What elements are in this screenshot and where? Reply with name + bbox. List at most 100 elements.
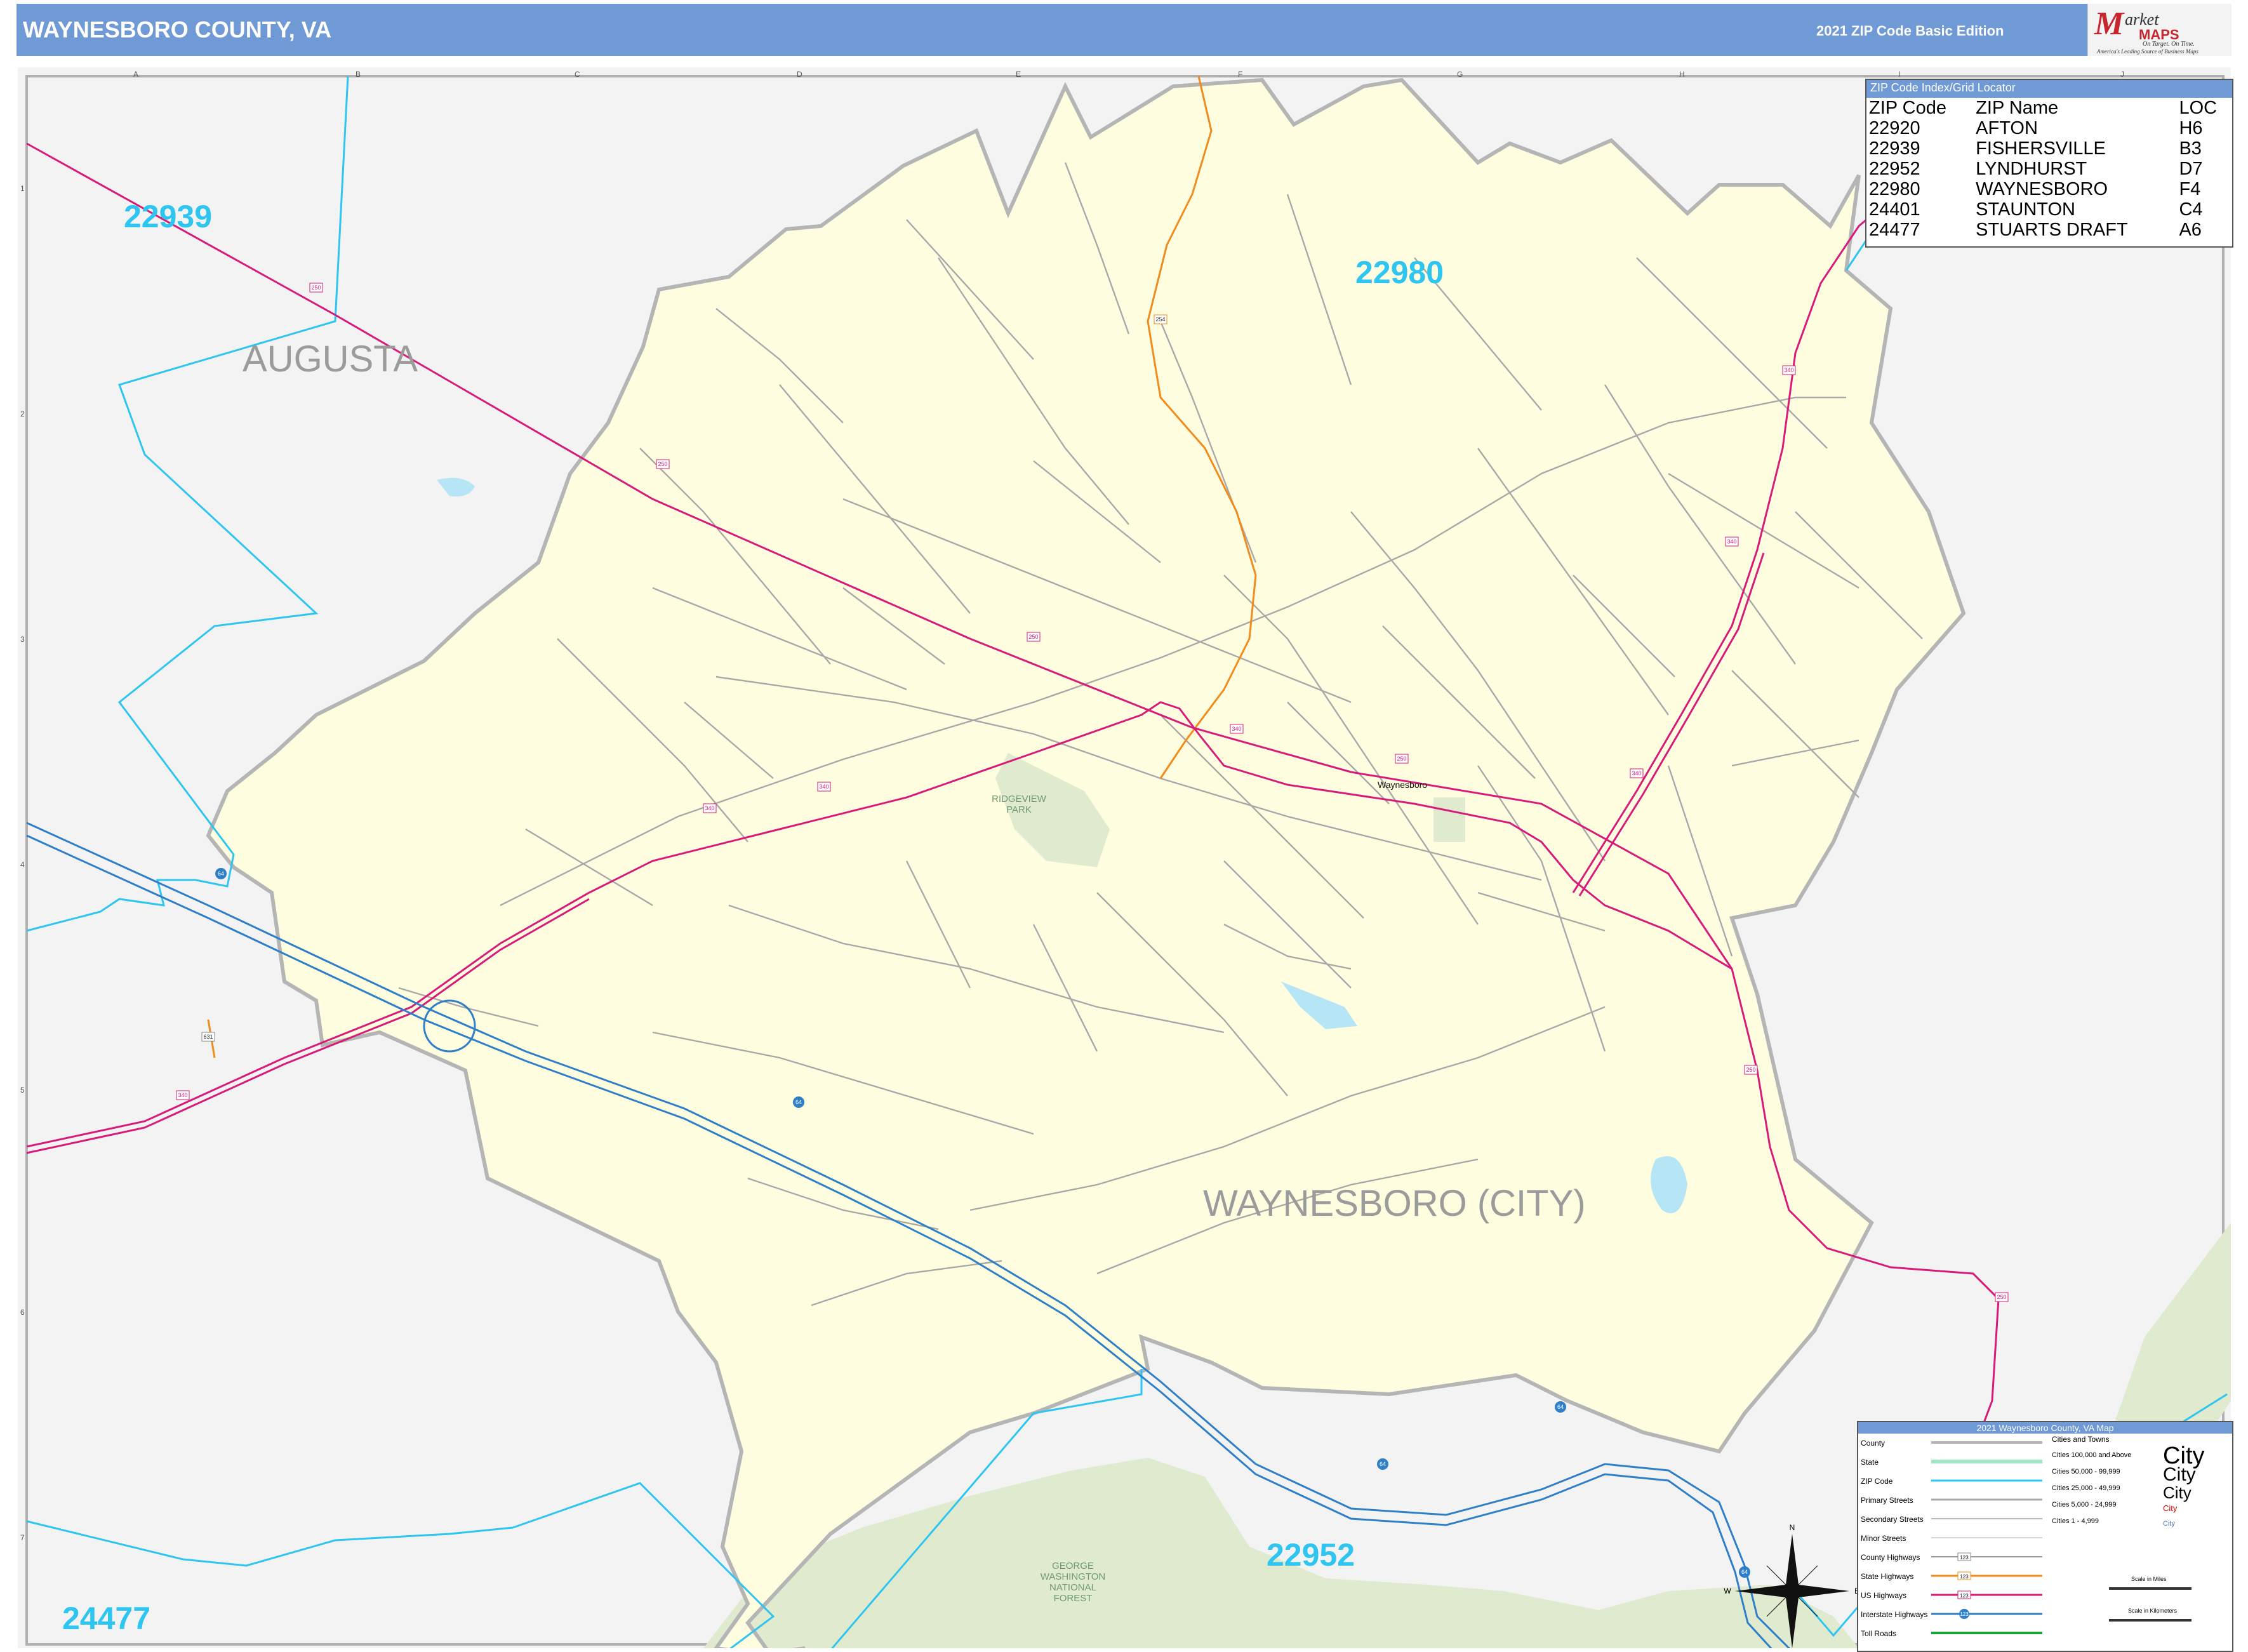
grid-col-i: I (1898, 70, 1901, 79)
grid-row-2: 2 (20, 410, 25, 418)
grid-col-a: A (133, 70, 139, 79)
loc-cell: C4 (2179, 199, 2203, 220)
grid-col-f: F (1238, 70, 1243, 79)
svg-text:64: 64 (1557, 1404, 1564, 1410)
table-row: 24401 STAUNTON C4 (1866, 199, 2232, 220)
table-row: 22920 AFTON H6 (1866, 118, 2232, 138)
svg-text:123: 123 (1960, 1593, 1969, 1599)
legend-county-highways: County Highways (1861, 1553, 1920, 1562)
grid-col-c: C (575, 70, 580, 79)
zip-name-cell: AFTON (1976, 118, 2038, 138)
zip-label-22939: 22939 (124, 199, 213, 234)
legend-city-sample: City (2163, 1464, 2196, 1485)
svg-text:340: 340 (705, 805, 714, 811)
zip-label-22980: 22980 (1355, 255, 1444, 290)
zip-cell: 24401 (1869, 199, 1920, 220)
svg-text:340: 340 (1784, 367, 1793, 373)
svg-text:64: 64 (1741, 1569, 1748, 1575)
legend-title: 2021 Waynesboro County, VA Map (1858, 1422, 2232, 1434)
county-label-augusta: AUGUSTA (243, 338, 418, 380)
legend-minor-streets: Minor Streets (1861, 1534, 1906, 1543)
grid-col-e: E (1016, 70, 1021, 79)
legend-zip-code: ZIP Code (1861, 1477, 1893, 1486)
legend-scale-km: Scale in Kilometers (2128, 1608, 2178, 1614)
legend-city-size: Cities 1 - 4,999 (2052, 1517, 2099, 1525)
legend-secondary-streets: Secondary Streets (1861, 1515, 1924, 1524)
grid-col-j: J (2120, 70, 2124, 79)
zip-index-grid: ZIP Code ZIP Name LOC 22920 AFTON H6 22939… (1866, 98, 2232, 240)
svg-text:123: 123 (1960, 1611, 1969, 1617)
svg-text:64: 64 (795, 1099, 802, 1105)
grid-col-d: D (797, 70, 802, 79)
city-dot-waynesboro: Waynesboro (1378, 780, 1428, 790)
loc-cell: B3 (2179, 138, 2202, 159)
grid-col-g: G (1457, 70, 1463, 79)
loc-cell: D7 (2179, 159, 2203, 179)
svg-text:340: 340 (1232, 726, 1241, 732)
grid-row-1: 1 (20, 184, 25, 193)
svg-text:64: 64 (1380, 1461, 1386, 1467)
zip-index-title: ZIP Code Index/Grid Locator (1866, 80, 2232, 98)
grid-row-5: 5 (20, 1086, 25, 1095)
table-row: 22980 WAYNESBORO F4 (1866, 179, 2232, 199)
table-row: 22952 LYNDHURST D7 (1866, 159, 2232, 179)
zip-cell: 22980 (1869, 179, 1920, 199)
map-header: WAYNESBORO COUNTY, VA 2021 ZIP Code Basi… (17, 4, 2231, 56)
grid-col-h: H (1679, 70, 1685, 79)
legend-city-size: Cities 50,000 - 99,999 (2052, 1468, 2120, 1475)
logo-subtagline: America's Leading Source of Business Map… (2097, 48, 2198, 55)
zip-index-col: LOC (2179, 98, 2218, 118)
zip-name-cell: LYNDHURST (1976, 159, 2087, 179)
legend-city-sample: City (2163, 1483, 2191, 1502)
legend-us-highways: US Highways (1861, 1591, 1907, 1600)
legend-scale-miles: Scale in Miles (2131, 1576, 2167, 1582)
map-title: WAYNESBORO COUNTY, VA (23, 17, 332, 43)
svg-text:250: 250 (311, 284, 321, 291)
zip-label-24477: 24477 (62, 1601, 151, 1636)
svg-text:123: 123 (1960, 1574, 1969, 1580)
svg-text:340: 340 (178, 1092, 187, 1098)
svg-text:250: 250 (658, 461, 667, 467)
svg-text:250: 250 (1997, 1294, 2006, 1300)
park-label-ridgeview: RIDGEVIEW PARK (992, 794, 1046, 815)
loc-cell: F4 (2179, 179, 2201, 199)
svg-text:123: 123 (1960, 1555, 1969, 1561)
loc-cell: A6 (2179, 220, 2202, 240)
svg-text:254: 254 (1155, 316, 1165, 323)
grid-row-3: 3 (20, 635, 25, 644)
legend-county: County (1861, 1439, 1886, 1448)
legend-cities-title: Cities and Towns (2052, 1435, 2110, 1444)
legend-city-size: Cities 100,000 and Above (2052, 1451, 2132, 1459)
zip-label-22952: 22952 (1267, 1537, 1355, 1573)
zip-name-cell: STAUNTON (1976, 199, 2075, 220)
legend-city-sample: City (2163, 1503, 2178, 1513)
loc-cell: H6 (2179, 118, 2203, 138)
legend-city-size: Cities 25,000 - 49,999 (2052, 1484, 2120, 1492)
legend-toll-roads: Toll Roads (1861, 1629, 1897, 1638)
svg-text:W: W (1724, 1587, 1731, 1595)
legend-city-size: Cities 5,000 - 24,999 (2052, 1501, 2117, 1509)
legend-state: State (1861, 1458, 1879, 1467)
zip-name-cell: FISHERSVILLE (1976, 138, 2106, 159)
park-small (1433, 797, 1465, 842)
legend-city-sample: City (2163, 1520, 2175, 1528)
map-area[interactable]: 250 250 250 250 250 250 340 340 340 340 … (18, 67, 2231, 1648)
grid-row-6: 6 (20, 1308, 25, 1317)
forest-label: GEORGE WASHINGTON NATIONAL FOREST (1040, 1561, 1106, 1604)
legend-primary-streets: Primary Streets (1861, 1496, 1913, 1505)
zip-cell: 22920 (1869, 118, 1920, 138)
svg-text:340: 340 (1632, 770, 1641, 776)
market-maps-logo: M arket MAPS On Target. On Time. America… (2087, 4, 2231, 56)
zip-cell: 24477 (1869, 220, 1920, 240)
svg-text:250: 250 (1397, 756, 1406, 762)
logo-tagline: On Target. On Time. (2143, 41, 2195, 48)
zip-index-col: ZIP Code (1869, 98, 1946, 118)
map-legend: 2021 Waynesboro County, VA Map 123 123 1… (1857, 1421, 2233, 1652)
legend-interstate-highways: Interstate Highways (1861, 1610, 1928, 1619)
grid-col-b: B (356, 70, 361, 79)
table-row: 22939 FISHERSVILLE B3 (1866, 138, 2232, 159)
city-label-waynesboro: WAYNESBORO (CITY) (1203, 1183, 1586, 1224)
zip-cell: 22939 (1869, 138, 1920, 159)
map-canvas[interactable]: 250 250 250 250 250 250 340 340 340 340 … (18, 67, 2231, 1648)
zip-cell: 22952 (1869, 159, 1920, 179)
